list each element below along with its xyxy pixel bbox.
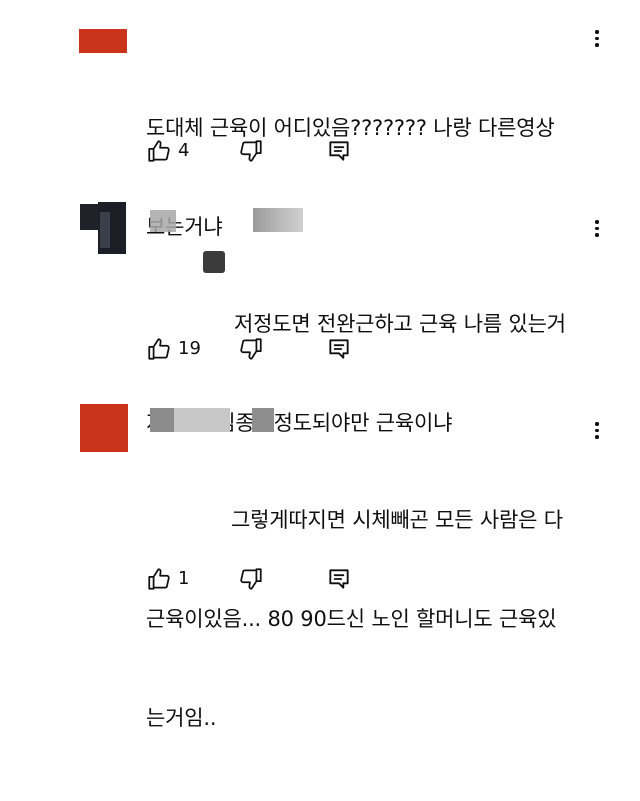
- more-vert-icon: [595, 220, 599, 224]
- more-options-button[interactable]: [594, 30, 600, 47]
- reply-button[interactable]: [326, 566, 352, 596]
- more-options-button[interactable]: [594, 422, 600, 439]
- comment-3: 그렇게따지면 시체빼곤 모든 사람은 다 근육이있음... 80 90드신 노인…: [0, 390, 640, 730]
- like-count: 4: [178, 140, 190, 161]
- reply-comment-icon: [329, 569, 349, 589]
- like-button[interactable]: [146, 566, 172, 596]
- comment-actions: 1: [146, 566, 606, 592]
- thumbs-down-icon: [240, 338, 262, 360]
- like-button[interactable]: [146, 138, 172, 168]
- comment-actions: 19: [146, 336, 606, 362]
- reply-button[interactable]: [326, 336, 352, 366]
- comment-text-line: 그렇게따지면 시체빼곤 모든 사람은 다: [231, 508, 563, 532]
- more-options-button[interactable]: [594, 220, 600, 237]
- thumbs-up-icon: [148, 338, 170, 360]
- username-blurred: [252, 408, 274, 432]
- dislike-button[interactable]: [238, 336, 264, 366]
- comment-2: 저정도면 전완근하고 근육 나름 있는거 지 어디 김종국정도되야만 근육이냐 …: [0, 190, 640, 435]
- username-blurred: [253, 208, 303, 232]
- thumbs-down-icon: [240, 568, 262, 590]
- comment-actions: 4: [146, 138, 606, 164]
- more-vert-icon: [595, 30, 599, 34]
- avatar[interactable]: [80, 404, 128, 452]
- username-blurred: [150, 408, 230, 432]
- reply-comment-icon: [329, 141, 349, 161]
- avatar[interactable]: [80, 202, 126, 254]
- thumbs-down-icon: [240, 140, 262, 162]
- comment-text: 그렇게따지면 시체빼곤 모든 사람은 다 근육이있음... 80 90드신 노인…: [146, 438, 563, 801]
- like-count: 1: [178, 568, 190, 589]
- thumbs-up-icon: [148, 140, 170, 162]
- comment-text-line: 근육이있음... 80 90드신 노인 할머니도 근육있: [146, 607, 557, 631]
- like-button[interactable]: [146, 336, 172, 366]
- reply-comment-icon: [329, 339, 349, 359]
- username-blurred: [150, 210, 176, 232]
- like-count: 19: [178, 338, 201, 359]
- dislike-button[interactable]: [238, 566, 264, 596]
- comment-text-line: 는거임..: [146, 706, 217, 730]
- dislike-button[interactable]: [238, 138, 264, 168]
- thumbs-up-icon: [148, 568, 170, 590]
- avatar[interactable]: [79, 29, 127, 53]
- comment-1: 도대체 근육이 어디있음??????? 나랑 다른영상 보는거냐 4: [0, 0, 640, 239]
- reply-button[interactable]: [326, 138, 352, 168]
- more-vert-icon: [595, 422, 599, 426]
